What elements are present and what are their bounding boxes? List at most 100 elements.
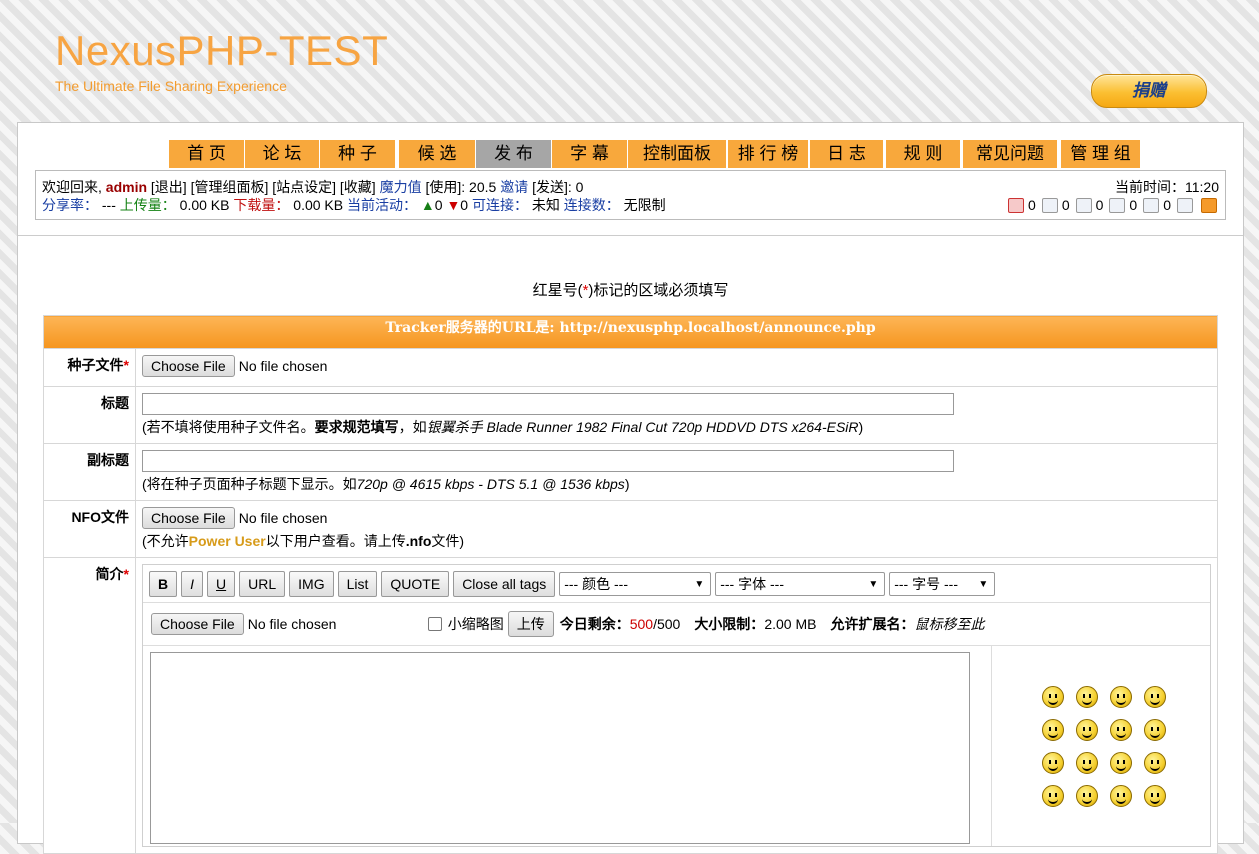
user-info-line-1: 欢迎回来, admin [退出] [管理组面板] [站点设定] [收藏] 魔力值… [42, 177, 583, 197]
title-input[interactable] [142, 393, 954, 415]
required-star: * [123, 566, 129, 582]
torrent-choose-file-button[interactable]: Choose File [142, 355, 235, 377]
bold-button[interactable]: B [149, 571, 178, 597]
smiley-icon[interactable] [1110, 719, 1132, 741]
smiley-icon[interactable] [1144, 686, 1166, 708]
smiley-icon[interactable] [1110, 752, 1132, 774]
friends-icon[interactable] [1143, 197, 1160, 213]
subtitle-row: 副标题 (将在种子页面种子标题下显示。如720p @ 4615 kbps - D… [43, 443, 1218, 501]
img-button[interactable]: IMG [289, 571, 334, 597]
nfo-choose-file-button[interactable]: Choose File [142, 507, 235, 529]
smiley-icon[interactable] [1042, 686, 1064, 708]
nfo-hint-pre: (不允许 [142, 533, 189, 549]
close-all-tags-button[interactable]: Close all tags [453, 571, 556, 597]
bookmark-icon[interactable] [1177, 197, 1193, 213]
nav-log[interactable]: 日 志 [810, 140, 884, 168]
description-textarea[interactable] [150, 652, 970, 844]
smiley-icon[interactable] [1110, 686, 1132, 708]
nav-forums[interactable]: 论 坛 [245, 140, 320, 168]
nav-offers[interactable]: 候 选 [399, 140, 476, 168]
nfo-hint: (不允许Power User以下用户查看。请上传.nfo文件) [142, 531, 1211, 551]
torrent-no-file-text: No file chosen [238, 358, 328, 374]
site-settings-link[interactable]: [站点设定] [272, 179, 336, 195]
size-select-value: --- 字号 --- [894, 576, 958, 592]
nav-rules[interactable]: 规 则 [886, 140, 961, 168]
uploaded-value: 0.00 KB [179, 197, 230, 213]
description-label: 简介* [43, 557, 136, 854]
attachment-row: Choose File No file chosen 小缩略图 上传 今日剩余： 5… [143, 603, 1210, 646]
smiley-icon[interactable] [1076, 785, 1098, 807]
donate-button[interactable]: 捐赠 [1091, 74, 1207, 108]
notification-icons: 0 0 0 0 0 [1004, 197, 1219, 213]
color-select[interactable]: --- 颜色 --- ▼ [559, 572, 712, 596]
invite-send-link[interactable]: [发送]: 0 [532, 179, 583, 195]
smiley-icon[interactable] [1144, 752, 1166, 774]
upload-button[interactable]: 上传 [507, 611, 554, 637]
nav-topten[interactable]: 排 行 榜 [728, 140, 809, 168]
nav-torrents[interactable]: 种 子 [320, 140, 396, 168]
staff-panel-link[interactable]: [管理组面板] [191, 179, 269, 195]
header-divider [18, 235, 1243, 236]
size-select[interactable]: --- 字号 --- ▼ [889, 572, 996, 596]
invite-label: 邀请 [500, 179, 529, 195]
inbox-icon[interactable] [1041, 197, 1058, 213]
reports-icon[interactable] [1008, 197, 1025, 213]
smiley-icon[interactable] [1076, 719, 1098, 741]
friends-count: 0 [1163, 197, 1171, 213]
nav-faq[interactable]: 常见问题 [963, 140, 1058, 168]
chevron-down-icon: ▼ [868, 578, 879, 590]
smiley-icon[interactable] [1042, 752, 1064, 774]
favorites-link[interactable]: [收藏] [340, 179, 376, 195]
attachment-no-file-text: No file chosen [247, 616, 337, 632]
quote-button[interactable]: QUOTE [381, 571, 450, 597]
thumbnail-checkbox[interactable] [427, 617, 442, 631]
ratio-value: --- [101, 197, 116, 213]
smilies-panel [992, 646, 1210, 846]
user-info-bar: 欢迎回来, admin [退出] [管理组面板] [站点设定] [收藏] 魔力值… [35, 170, 1226, 220]
nav-subtitles[interactable]: 字 幕 [552, 140, 628, 168]
url-button[interactable]: URL [239, 571, 286, 597]
bonus-use-link[interactable]: [使用]: 20.5 [425, 179, 496, 195]
smiley-icon[interactable] [1144, 719, 1166, 741]
smiley-icon[interactable] [1144, 785, 1166, 807]
thumbnail-label: 小缩略图 [447, 616, 504, 632]
bonus-label: 魔力值 [379, 179, 422, 195]
attachment-choose-file-button[interactable]: Choose File [151, 613, 244, 635]
smiley-icon[interactable] [1042, 719, 1064, 741]
color-select-value: --- 颜色 --- [564, 576, 628, 592]
smiley-icon[interactable] [1042, 785, 1064, 807]
editor-toolbar: B I U URL IMG List QUOTE Close all tags … [143, 565, 1210, 603]
required-notice: 红星号(*)标记的区域必须填写 [18, 279, 1243, 300]
time-label: 当前时间： [1115, 179, 1185, 195]
italic-button[interactable]: I [181, 571, 204, 597]
title-hint-pre: (若不填将使用种子文件名。 [142, 419, 315, 435]
smiley-icon[interactable] [1110, 785, 1132, 807]
underline-button[interactable]: U [207, 571, 236, 597]
leeching-count: 0 [460, 197, 469, 213]
today-left-total: /500 [653, 616, 681, 632]
nav-home[interactable]: 首 页 [169, 140, 245, 168]
nav-upload[interactable]: 发 布 [476, 140, 552, 168]
seeding-count: 0 [434, 197, 443, 213]
font-select[interactable]: --- 字体 --- ▼ [715, 572, 886, 596]
welcome-text: 欢迎回来, [42, 179, 102, 195]
nav-usercp[interactable]: 控制面板 [628, 140, 727, 168]
allowed-ext-value[interactable]: 鼠标移至此 [914, 614, 984, 634]
site-logo[interactable]: NexusPHP-TEST The Ultimate File Sharing … [55, 27, 389, 95]
smiley-icon[interactable] [1076, 752, 1098, 774]
rss-icon[interactable] [1201, 197, 1217, 213]
title-hint-bold: 要求规范填写 [314, 419, 399, 435]
smiley-icon[interactable] [1076, 686, 1098, 708]
nfo-no-file-text: No file chosen [238, 510, 328, 526]
nav-staff[interactable]: 管 理 组 [1061, 140, 1141, 168]
title-hint-example: 银翼杀手 Blade Runner 1982 Final Cut 720p HD… [426, 419, 859, 435]
list-button[interactable]: List [337, 571, 378, 597]
torrent-file-label-text: 种子文件 [67, 357, 124, 373]
ratio-label: 分享率： [42, 197, 98, 213]
logout-link[interactable]: [退出] [151, 179, 187, 195]
subtitle-input[interactable] [142, 450, 954, 472]
site-title: NexusPHP-TEST [55, 27, 389, 74]
sent-icon[interactable] [1109, 197, 1126, 213]
username-link[interactable]: admin [106, 179, 147, 195]
staff-message-icon[interactable] [1075, 197, 1092, 213]
